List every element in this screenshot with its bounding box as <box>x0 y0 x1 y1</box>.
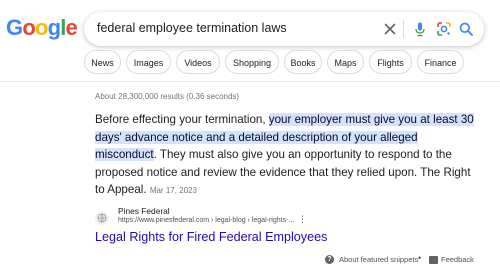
site-favicon[interactable] <box>95 211 109 225</box>
chip-flights[interactable]: Flights <box>369 50 412 74</box>
chip-news[interactable]: News <box>84 50 121 74</box>
feedback-icon[interactable] <box>429 256 438 264</box>
results-count: About 28,300,000 results (0.36 seconds) <box>95 92 240 101</box>
chip-images[interactable]: Images <box>126 50 171 74</box>
logo-letter: o <box>34 15 48 40</box>
search-box[interactable]: federal employee termination laws <box>84 12 484 46</box>
feedback-link[interactable]: Feedback <box>441 255 474 264</box>
google-lens-icon[interactable] <box>436 21 452 37</box>
logo-letter: g <box>47 15 61 40</box>
logo-letter: G <box>6 15 23 40</box>
logo-letter: o <box>22 15 35 40</box>
chip-shopping[interactable]: Shopping <box>225 50 279 74</box>
header-divider <box>0 81 500 82</box>
chip-books[interactable]: Books <box>284 50 322 74</box>
source-url[interactable]: https://www.pinesfederal.com › legal-blo… <box>118 217 294 224</box>
search-divider <box>403 20 404 38</box>
snippet-date: Mar 17, 2023 <box>149 186 197 196</box>
chip-maps[interactable]: Maps <box>327 50 364 74</box>
footer-separator: • <box>418 253 422 263</box>
chip-videos[interactable]: Videos <box>176 50 220 74</box>
snippet-text-before: Before effecting your termination, <box>95 113 269 126</box>
logo-letter: e <box>65 15 78 40</box>
result-title-link[interactable]: Legal Rights for Fired Federal Employees <box>95 230 327 244</box>
source-site-name[interactable]: Pines Federal <box>118 206 170 216</box>
chip-finance[interactable]: Finance <box>417 50 464 74</box>
more-options-icon[interactable]: ⋮ <box>298 214 307 225</box>
help-icon[interactable]: ? <box>325 255 334 264</box>
search-icon[interactable] <box>458 21 474 37</box>
google-logo[interactable]: Google <box>6 15 78 41</box>
featured-snippet-text: Before effecting your termination, your … <box>95 111 475 200</box>
search-input[interactable]: federal employee termination laws <box>97 21 287 35</box>
about-featured-snippets-link[interactable]: About featured snippets <box>339 255 418 264</box>
microphone-icon[interactable] <box>412 21 428 37</box>
globe-icon <box>97 213 107 223</box>
close-icon[interactable] <box>382 21 398 37</box>
